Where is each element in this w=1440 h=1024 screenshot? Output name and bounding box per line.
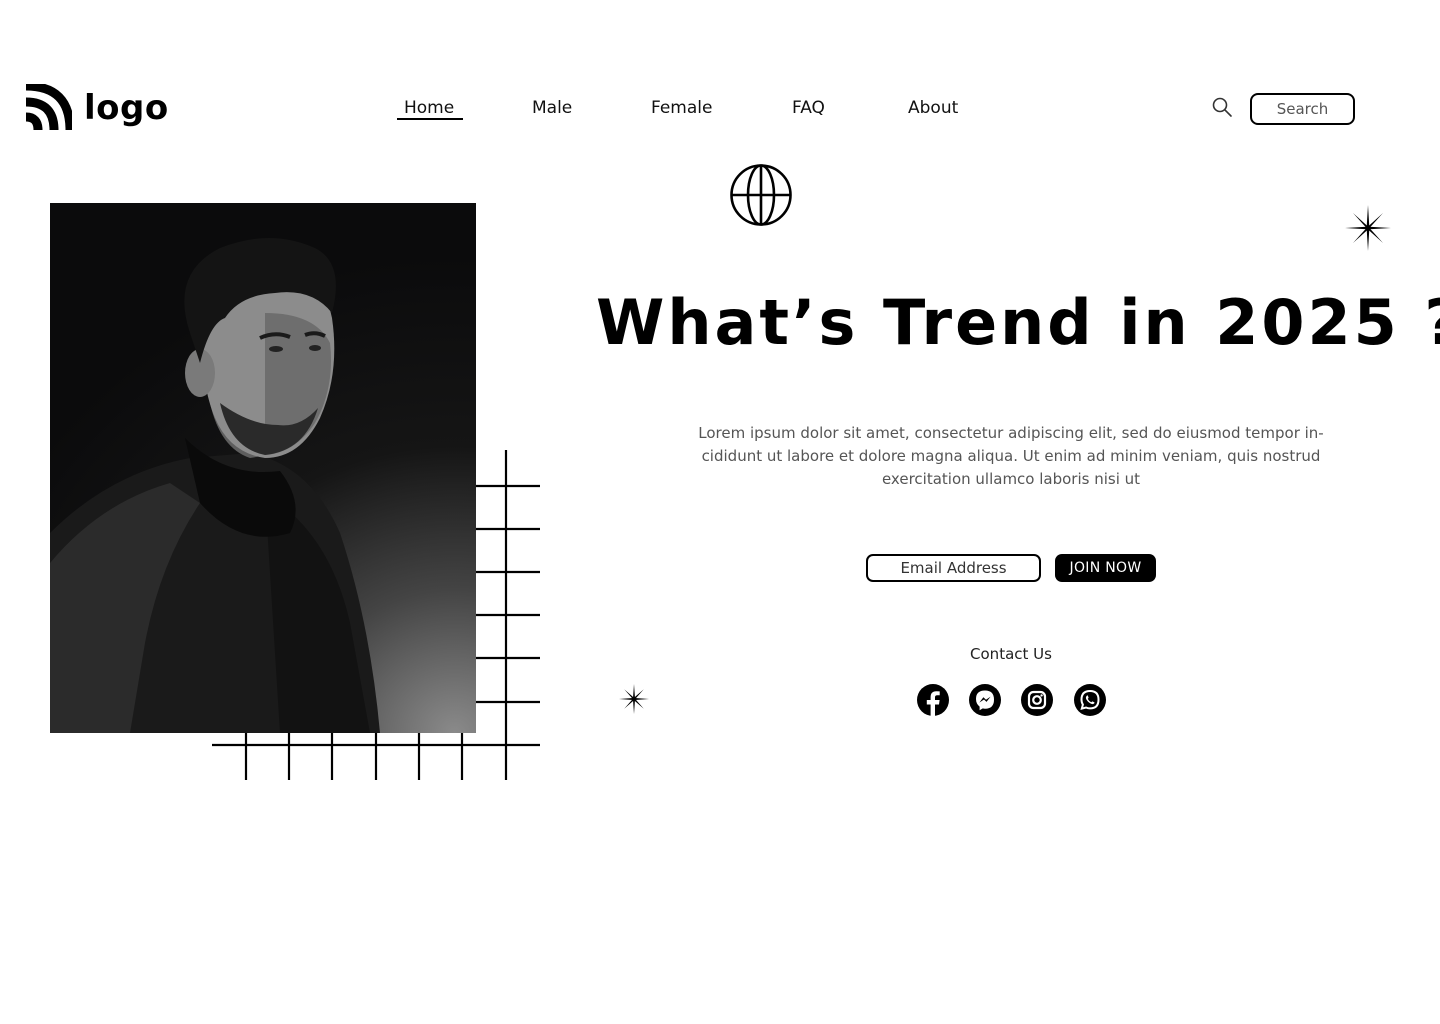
nav-item-faq[interactable]: FAQ [792, 96, 825, 120]
whatsapp-icon[interactable] [1073, 683, 1107, 717]
globe-icon [730, 164, 792, 226]
nav-item-about[interactable]: About [908, 96, 958, 120]
email-field[interactable] [866, 554, 1041, 582]
join-now-button[interactable]: JOIN NOW [1055, 554, 1156, 582]
nav-active-underline [397, 118, 463, 120]
instagram-icon[interactable] [1020, 683, 1054, 717]
nav-item-home[interactable]: Home [404, 96, 454, 120]
contact-label: Contact Us [970, 645, 1052, 663]
search-icon[interactable] [1211, 96, 1233, 118]
messenger-icon[interactable] [968, 683, 1002, 717]
nav-item-female[interactable]: Female [651, 96, 712, 120]
facebook-icon[interactable] [916, 683, 950, 717]
sparkle-star-icon [1345, 205, 1391, 251]
hero-title: What’s Trend in 2025 ? [596, 286, 1440, 359]
search-input[interactable] [1250, 93, 1355, 125]
sparkle-star-icon [619, 684, 649, 714]
nav-item-male[interactable]: Male [532, 96, 572, 120]
grid-decoration [212, 450, 540, 780]
hero-description: Lorem ipsum dolor sit amet, consectetur … [698, 424, 1324, 488]
